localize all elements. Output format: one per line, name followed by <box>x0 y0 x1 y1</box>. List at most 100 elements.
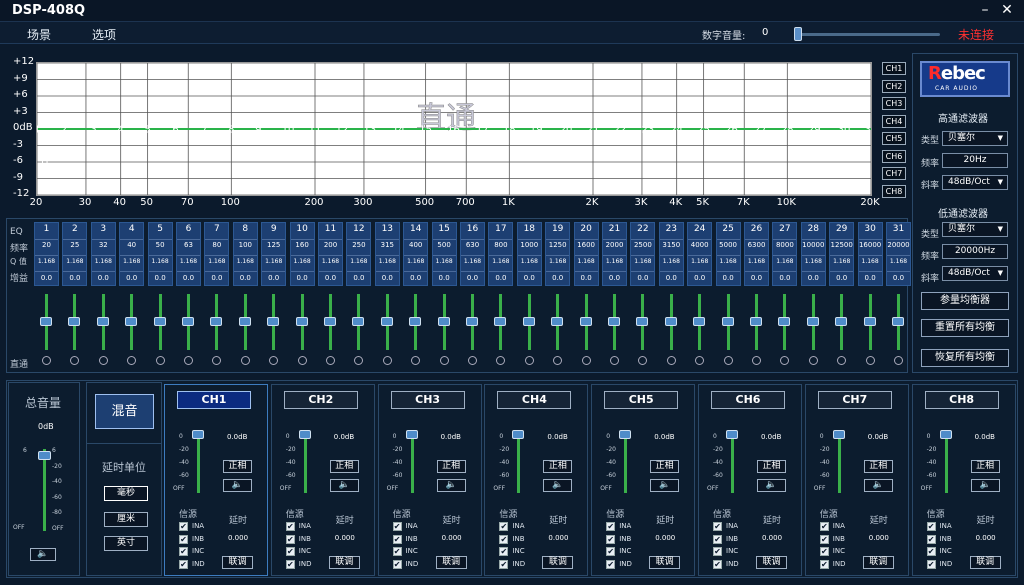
band-gain-value[interactable]: 0.0 <box>688 274 711 282</box>
eq-band-marker[interactable]: 9 <box>255 125 261 136</box>
band-frequency[interactable]: 125 <box>262 241 285 249</box>
eq-band-column[interactable]: 14 400 1.168 0.0 <box>403 222 429 286</box>
eq-band-marker[interactable]: 21 <box>587 125 600 136</box>
band-bypass-toggle[interactable] <box>524 356 534 365</box>
eq-band-marker[interactable]: 26 <box>725 125 738 136</box>
band-gain-value[interactable]: 0.0 <box>262 274 285 282</box>
input-checkbox-inc[interactable]: ✔ <box>179 547 188 556</box>
channel-mute-button[interactable]: 🔈 <box>329 479 359 492</box>
eq-band-column[interactable]: 30 16000 1.168 0.0 <box>857 222 883 286</box>
eq-band-column[interactable]: 15 500 1.168 0.0 <box>431 222 457 286</box>
band-q-value[interactable]: 1.168 <box>660 258 683 265</box>
band-gain-value[interactable]: 0.0 <box>291 274 314 282</box>
band-frequency[interactable]: 400 <box>404 241 427 249</box>
band-q-value[interactable]: 1.168 <box>717 258 740 265</box>
input-checkbox-ina[interactable]: ✔ <box>285 522 295 531</box>
band-fader-thumb[interactable] <box>238 317 251 326</box>
eq-band-marker[interactable]: 12 <box>336 125 349 136</box>
band-bypass-toggle[interactable] <box>297 356 307 365</box>
eq-band-marker[interactable]: 28 <box>781 125 794 136</box>
band-gain-value[interactable]: 0.0 <box>92 274 115 282</box>
band-frequency[interactable]: 50 <box>149 241 172 249</box>
band-frequency[interactable]: 32 <box>92 241 115 249</box>
band-gain-value[interactable]: 0.0 <box>347 274 370 282</box>
eq-band-marker[interactable]: 11 <box>309 125 322 136</box>
eq-band-marker[interactable]: 3 <box>91 125 97 136</box>
band-fader-thumb[interactable] <box>125 317 138 326</box>
band-fader-thumb[interactable] <box>835 317 848 326</box>
eq-band-column[interactable]: 7 80 1.168 0.0 <box>204 222 230 286</box>
lowpass-type-select[interactable]: 贝塞尔 ▼ <box>942 222 1008 237</box>
band-bypass-toggle[interactable] <box>808 356 818 365</box>
delay-value[interactable]: 0.000 <box>976 534 996 542</box>
link-button[interactable]: 联调 <box>222 556 253 569</box>
lowpass-slope-select[interactable]: 48dB/Oct ▼ <box>942 266 1008 281</box>
band-q-value[interactable]: 1.168 <box>347 258 370 265</box>
restore-all-eq-button[interactable]: 恢复所有均衡 <box>921 349 1009 367</box>
band-bypass-toggle[interactable] <box>723 356 733 365</box>
channel-fader-thumb[interactable] <box>512 430 525 439</box>
band-frequency[interactable]: 16000 <box>859 241 882 249</box>
band-frequency[interactable]: 160 <box>291 241 314 249</box>
band-gain-value[interactable]: 0.0 <box>234 274 257 282</box>
band-fader-thumb[interactable] <box>664 317 677 326</box>
eq-band-column[interactable]: 13 315 1.168 0.0 <box>374 222 400 286</box>
phase-button[interactable]: 正相 <box>863 460 893 473</box>
eq-band-marker[interactable]: 6 <box>172 125 178 136</box>
input-checkbox-inc[interactable]: ✔ <box>499 547 509 556</box>
band-q-value[interactable]: 1.168 <box>631 258 654 265</box>
band-q-value[interactable]: 1.168 <box>575 258 598 265</box>
band-fader-thumb[interactable] <box>693 317 706 326</box>
eq-band-column[interactable]: 10 160 1.168 0.0 <box>289 222 315 286</box>
eq-band-column[interactable]: 26 6300 1.168 0.0 <box>744 222 769 286</box>
digital-volume-thumb[interactable] <box>794 27 802 41</box>
band-gain-value[interactable]: 0.0 <box>802 274 825 282</box>
eq-band-marker[interactable]: 4 <box>117 125 123 136</box>
eq-band-marker[interactable]: 31 <box>865 125 871 136</box>
channel-select-ch2[interactable]: CH2 <box>882 79 906 93</box>
band-gain-value[interactable]: 0.0 <box>63 274 86 282</box>
phase-button[interactable]: 正相 <box>650 460 680 473</box>
link-button[interactable]: 联调 <box>435 556 467 569</box>
band-frequency[interactable]: 12500 <box>830 241 853 249</box>
input-checkbox-inb[interactable]: ✔ <box>499 534 509 544</box>
band-fader-thumb[interactable] <box>721 317 734 326</box>
band-gain-value[interactable]: 0.0 <box>887 274 910 282</box>
channel-fader-thumb[interactable] <box>726 430 738 439</box>
band-gain-value[interactable]: 0.0 <box>575 274 598 282</box>
eq-band-column[interactable]: 31 20000 1.168 0.0 <box>886 222 911 286</box>
band-frequency[interactable]: 20000 <box>887 241 910 249</box>
link-button[interactable]: 联调 <box>862 556 894 569</box>
band-fader-thumb[interactable] <box>551 317 564 326</box>
band-frequency[interactable]: 500 <box>433 241 456 249</box>
band-gain-value[interactable]: 0.0 <box>319 274 342 282</box>
band-bypass-toggle[interactable] <box>439 356 449 365</box>
eq-band-column[interactable]: 23 3150 1.168 0.0 <box>658 222 684 286</box>
channel-select-ch6[interactable]: CH6 <box>882 149 906 163</box>
eq-band-column[interactable]: 20 1600 1.168 0.0 <box>573 222 599 286</box>
input-checkbox-ina[interactable]: ✔ <box>819 522 829 531</box>
input-checkbox-ina[interactable]: ✔ <box>499 522 509 531</box>
band-q-value[interactable]: 1.168 <box>518 258 541 265</box>
delay-value[interactable]: 0.000 <box>655 534 675 542</box>
band-frequency[interactable]: 1600 <box>575 241 598 249</box>
input-checkbox-ina[interactable]: ✔ <box>179 522 188 531</box>
band-frequency[interactable]: 20 <box>35 241 58 249</box>
channel-fader-thumb[interactable] <box>832 430 845 439</box>
channel-mute-button[interactable]: 🔈 <box>543 479 573 492</box>
eq-band-marker[interactable]: 7 <box>201 125 207 136</box>
band-q-value[interactable]: 1.168 <box>35 258 58 265</box>
phase-button[interactable]: 正相 <box>757 460 786 473</box>
master-volume-track[interactable] <box>43 449 46 531</box>
input-checkbox-inc[interactable]: ✔ <box>392 547 402 556</box>
digital-volume-slider[interactable] <box>798 33 940 36</box>
input-checkbox-inb[interactable]: ✔ <box>819 534 829 544</box>
input-checkbox-inb[interactable]: ✔ <box>926 534 936 544</box>
input-checkbox-ind[interactable]: ✔ <box>179 559 188 569</box>
band-q-value[interactable]: 1.168 <box>404 258 427 265</box>
input-checkbox-inc[interactable]: ✔ <box>926 547 936 556</box>
phase-button[interactable]: 正相 <box>329 460 359 473</box>
channel-name-button[interactable]: CH3 <box>390 391 465 409</box>
band-q-value[interactable]: 1.168 <box>859 258 882 265</box>
band-q-value[interactable]: 1.168 <box>603 258 626 265</box>
